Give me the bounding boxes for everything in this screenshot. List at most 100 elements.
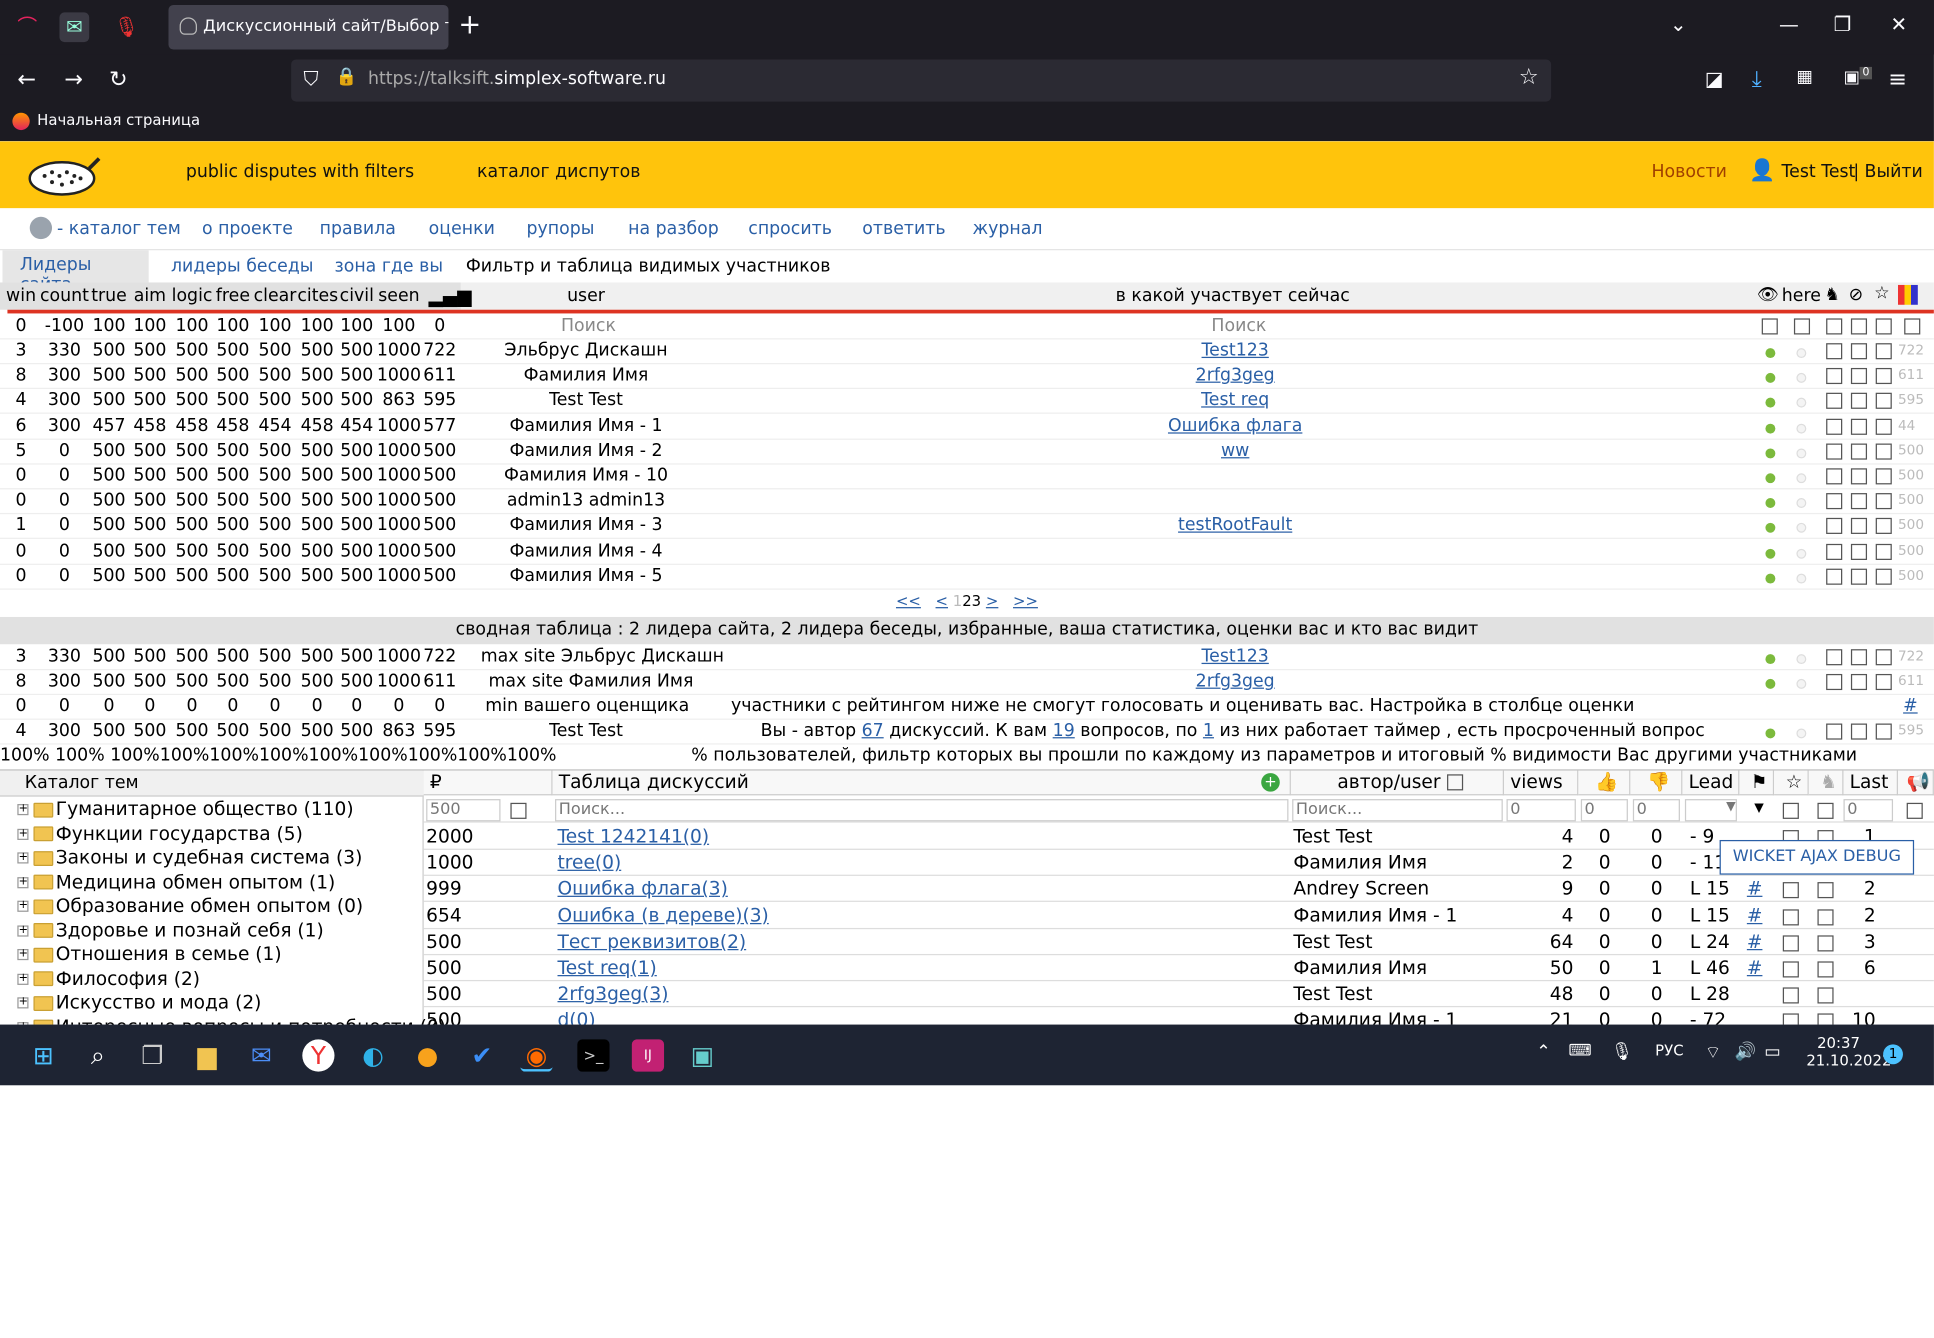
- yandex-browser-icon[interactable]: Y: [302, 1039, 335, 1072]
- col-author[interactable]: автор/user: [1290, 770, 1505, 796]
- keyboard-icon[interactable]: ⌨: [1568, 1042, 1591, 1061]
- reload-icon[interactable]: ↻: [109, 67, 128, 93]
- leader-user[interactable]: Фамилия Имя - 1: [483, 416, 689, 436]
- discussion-star-checkbox[interactable]: [1782, 961, 1799, 978]
- min-rater-link[interactable]: #: [1903, 696, 1918, 716]
- terminal-icon[interactable]: >_: [577, 1039, 610, 1072]
- author-search[interactable]: Поиск...: [1292, 799, 1503, 822]
- nav-about[interactable]: о проекте: [202, 219, 293, 239]
- thumbs-up-icon[interactable]: 👍: [1578, 770, 1631, 796]
- row-checkbox[interactable]: [1875, 649, 1892, 666]
- row-checkbox[interactable]: [1875, 443, 1892, 460]
- row-checkbox[interactable]: [1826, 443, 1843, 460]
- summary-user[interactable]: max site Эльбрус Дискашн: [481, 647, 724, 667]
- close-icon[interactable]: ✕: [1891, 12, 1908, 36]
- nav-review[interactable]: на разбор: [628, 219, 719, 239]
- discussion-author[interactable]: Andrey Screen: [1293, 878, 1429, 900]
- col-true[interactable]: true: [89, 286, 129, 306]
- discussion-author[interactable]: Фамилия Имя - 1: [1293, 904, 1457, 926]
- user-name[interactable]: Test Test: [1782, 162, 1856, 182]
- battery-icon[interactable]: ▭: [1764, 1042, 1780, 1062]
- search-icon[interactable]: ⌕: [82, 1039, 114, 1071]
- col-price[interactable]: ₽: [423, 770, 553, 796]
- discussion-title-link[interactable]: tree(0): [558, 851, 622, 873]
- discussion-star-checkbox[interactable]: [1782, 987, 1799, 1004]
- row-checkbox[interactable]: [1850, 343, 1868, 360]
- flag-select-icon[interactable]: ▼: [1754, 802, 1764, 816]
- shield-icon[interactable]: ⛉: [304, 67, 319, 92]
- todo-icon[interactable]: ✔: [466, 1039, 498, 1071]
- catalog-item-label[interactable]: Интересные вопросы и потребности (0): [56, 1015, 446, 1024]
- summary-user-name[interactable]: Фамилия Имя: [569, 671, 694, 691]
- views-filter[interactable]: 0: [1506, 799, 1576, 822]
- home-icon[interactable]: [29, 216, 53, 240]
- row-checkbox[interactable]: [1826, 518, 1843, 535]
- pager-page-3[interactable]: 3: [972, 592, 981, 609]
- person-filter-checkbox[interactable]: [1817, 802, 1834, 819]
- row-checkbox[interactable]: [1875, 368, 1892, 385]
- tray-chevron-icon[interactable]: ⌃: [1536, 1042, 1551, 1062]
- leader-user[interactable]: Фамилия Имя - 2: [483, 441, 689, 461]
- app-icon[interactable]: ●: [411, 1039, 443, 1071]
- row-checkbox[interactable]: [1826, 568, 1843, 585]
- discussion-star-checkbox[interactable]: [1782, 935, 1799, 952]
- leader-user[interactable]: Test Test: [483, 391, 689, 411]
- row-checkbox[interactable]: [1850, 493, 1868, 510]
- catalog-item[interactable]: + Здоровье и познай себя (1): [17, 919, 324, 944]
- row-checkbox[interactable]: [1875, 468, 1892, 485]
- catalog-item[interactable]: + Медицина обмен опытом (1): [17, 870, 335, 895]
- news-link[interactable]: Новости: [1651, 162, 1726, 182]
- col-aim[interactable]: aim: [129, 286, 171, 306]
- discussion-author[interactable]: Фамилия Имя: [1293, 851, 1427, 873]
- extension-badge-icon[interactable]: ▣ 0: [1843, 66, 1872, 88]
- header-link-catalog[interactable]: каталог диспутов: [477, 162, 641, 182]
- discussion-author[interactable]: Фамилия Имя: [1293, 956, 1427, 978]
- pager-next[interactable]: >: [986, 592, 998, 609]
- catalog-item[interactable]: +Интересные вопросы и потребности (0): [17, 1015, 446, 1025]
- catalog-item-label[interactable]: Искусство и мода (2): [56, 991, 262, 1013]
- discussion-title-link[interactable]: d(0): [558, 1009, 596, 1025]
- new-tab-button[interactable]: +: [458, 10, 481, 41]
- tab-site-leaders[interactable]: Лидеры сайта: [2, 250, 149, 295]
- current-discussion-link[interactable]: Test123: [1090, 341, 1380, 361]
- expand-icon[interactable]: +: [17, 973, 29, 985]
- row-checkbox[interactable]: [1826, 543, 1843, 560]
- row-checkbox[interactable]: [1850, 418, 1868, 435]
- megaphone-icon[interactable]: 📢: [1897, 770, 1934, 796]
- col-win[interactable]: win: [2, 286, 39, 306]
- star-filter-checkbox[interactable]: [1782, 802, 1799, 819]
- address-bar[interactable]: ⛉ 🔒 https://talksift.simplex-software.ru…: [291, 59, 1552, 102]
- start-icon[interactable]: ⊞: [27, 1039, 59, 1071]
- logout-link[interactable]: Выйти: [1865, 162, 1923, 182]
- current-discussion-link[interactable]: 2rfg3geg: [1090, 366, 1380, 386]
- row-checkbox[interactable]: [1850, 443, 1868, 460]
- like-filter[interactable]: 0: [1580, 799, 1628, 822]
- pager-prev[interactable]: <: [936, 592, 948, 609]
- discussion-person-checkbox[interactable]: [1817, 987, 1834, 1004]
- row-checkbox[interactable]: [1826, 493, 1843, 510]
- nav-megaphones[interactable]: рупоры: [527, 219, 595, 239]
- restore-icon[interactable]: ❐: [1834, 12, 1852, 36]
- row-checkbox[interactable]: [1850, 518, 1868, 535]
- row-checkbox[interactable]: [1826, 673, 1843, 691]
- leader-user[interactable]: admin13 admin13: [483, 491, 689, 511]
- nav-ask[interactable]: спросить: [748, 219, 832, 239]
- header-link-public[interactable]: public disputes with filters: [186, 162, 414, 182]
- last-filter[interactable]: 0: [1843, 799, 1894, 822]
- catalog-item[interactable]: + Гуманитарное общество (110): [17, 798, 354, 823]
- catalog-item[interactable]: + Законы и судебная система (3): [17, 846, 362, 871]
- downloads-icon[interactable]: ⤓: [1752, 67, 1762, 93]
- leader-user[interactable]: Фамилия Имя - 3: [483, 516, 689, 536]
- filter-checkbox[interactable]: [1875, 318, 1892, 335]
- summary-current-link[interactable]: 2rfg3geg: [1090, 671, 1380, 691]
- col-last[interactable]: Last: [1843, 770, 1898, 796]
- mail-icon[interactable]: ✉: [245, 1039, 277, 1071]
- col-count[interactable]: count: [40, 286, 90, 306]
- catalog-item[interactable]: + Отношения в семье (1): [17, 943, 282, 968]
- pager-first[interactable]: <<: [896, 592, 921, 609]
- col-current[interactable]: в какой участвует сейчас: [1090, 286, 1375, 306]
- tab-your-zone[interactable]: зона где вы: [335, 256, 444, 276]
- firefox-taskbar-icon[interactable]: ◉: [520, 1039, 553, 1072]
- col-views[interactable]: views: [1504, 770, 1579, 796]
- expand-icon[interactable]: +: [17, 876, 29, 888]
